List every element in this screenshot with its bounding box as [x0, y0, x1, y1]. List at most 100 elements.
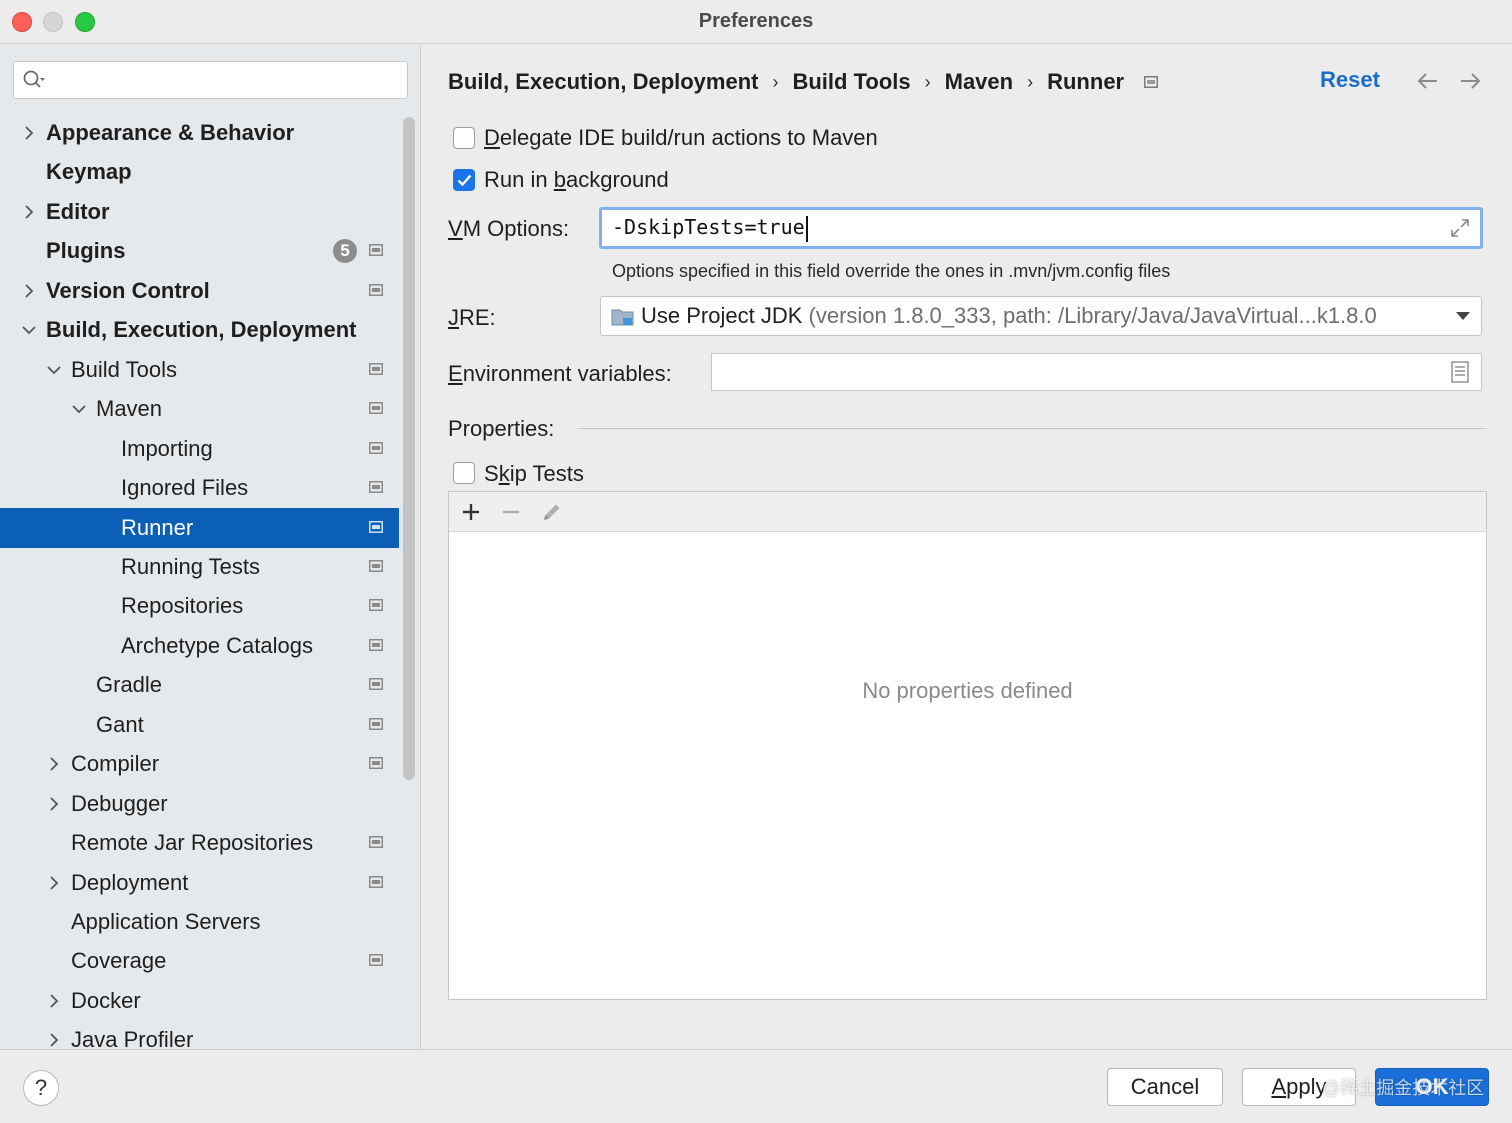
sidebar-item[interactable]: Version Control — [0, 271, 399, 311]
project-settings-icon — [369, 599, 383, 612]
jre-select[interactable]: Use Project JDK (version 1.8.0_333, path… — [600, 296, 1482, 336]
chevron-down-icon — [1456, 312, 1470, 320]
skip-tests-label: Skip Tests — [484, 461, 584, 486]
sidebar-item[interactable]: Java Profiler — [0, 1020, 399, 1049]
properties-toolbar — [449, 492, 1486, 532]
breadcrumb-item[interactable]: Maven — [945, 69, 1013, 95]
sidebar-item-label: Compiler — [71, 751, 160, 777]
sidebar-item[interactable]: Plugins 5 — [0, 231, 399, 271]
settings-content: Build, Execution, Deployment › Build Too… — [422, 45, 1512, 1049]
sidebar-item-label: Archetype Catalogs — [121, 632, 313, 658]
window-title: Preferences — [698, 10, 814, 32]
chevron-down-icon[interactable] — [47, 350, 61, 390]
sidebar-item-label: Debugger — [71, 790, 168, 816]
sidebar-item[interactable]: Runner — [0, 507, 399, 548]
arrow-left-icon[interactable] — [1416, 71, 1440, 91]
sidebar-item-label: Deployment — [71, 869, 189, 895]
vm-options-value: -DskipTests=true — [612, 215, 805, 239]
jdk-folder-icon — [611, 309, 634, 326]
sidebar-item[interactable]: Compiler — [0, 744, 399, 784]
sidebar-item-label: Importing — [121, 435, 213, 461]
sidebar-item[interactable]: Appearance & Behavior — [0, 113, 399, 153]
sidebar-item[interactable]: Running Tests — [0, 547, 399, 587]
run-in-background-checkbox[interactable] — [453, 169, 475, 191]
sidebar-item-label: Java Profiler — [71, 1027, 194, 1049]
sidebar-item-label: Plugins — [46, 238, 126, 264]
sidebar-item[interactable]: Build, Execution, Deployment — [0, 310, 399, 350]
chevron-right-icon[interactable] — [47, 1020, 61, 1049]
help-button[interactable]: ? — [23, 1070, 59, 1106]
text-caret — [805, 215, 808, 242]
breadcrumb-separator: › — [1027, 71, 1034, 92]
project-settings-icon — [369, 244, 383, 257]
sidebar-item[interactable]: Coverage — [0, 941, 399, 981]
sidebar-item[interactable]: Deployment — [0, 863, 399, 903]
delegate-checkbox[interactable] — [453, 127, 475, 149]
chevron-right-icon[interactable] — [47, 981, 61, 1021]
jre-value: Use Project JDK — [641, 303, 803, 328]
sidebar-item[interactable]: Build Tools — [0, 350, 399, 390]
sidebar-item[interactable]: Docker — [0, 981, 399, 1021]
chevron-right-icon[interactable] — [22, 113, 36, 153]
breadcrumb-item[interactable]: Build, Execution, Deployment — [448, 69, 758, 95]
watermark: @稀土掘金技术社区 — [1322, 1078, 1485, 1098]
search-input[interactable] — [13, 61, 408, 99]
chevron-right-icon[interactable] — [22, 271, 36, 311]
chevron-down-icon[interactable] — [72, 389, 86, 429]
project-settings-icon — [369, 638, 383, 651]
project-settings-icon — [369, 481, 383, 494]
vm-options-label: VM Options: — [448, 216, 570, 241]
project-settings-icon — [369, 678, 383, 691]
document-icon[interactable] — [1451, 361, 1469, 383]
env-variables-input[interactable] — [711, 353, 1482, 391]
sidebar-item[interactable]: Maven — [0, 389, 399, 429]
project-settings-icon — [369, 836, 383, 849]
sidebar-item-label: Gradle — [96, 672, 163, 698]
project-settings-icon — [369, 954, 383, 967]
sidebar-item[interactable]: Keymap — [0, 152, 399, 192]
chevron-down-icon[interactable] — [22, 310, 36, 350]
sidebar-item[interactable]: Remote Jar Repositories — [0, 823, 399, 863]
sidebar-item[interactable]: Archetype Catalogs — [0, 626, 399, 666]
sidebar-item[interactable]: Gradle — [0, 665, 399, 705]
chevron-right-icon[interactable] — [47, 863, 61, 903]
jre-detail: (version 1.8.0_333, path: /Library/Java/… — [802, 303, 1377, 328]
breadcrumb: Build, Execution, Deployment › Build Too… — [448, 67, 1159, 97]
properties-table: No properties defined — [448, 491, 1487, 1000]
sidebar-item[interactable]: Repositories — [0, 586, 399, 626]
breadcrumb-item: Runner — [1047, 69, 1125, 94]
arrow-right-icon[interactable] — [1458, 71, 1482, 91]
sidebar-item-label: Build, Execution, Deployment — [46, 317, 357, 343]
chevron-right-icon[interactable] — [47, 744, 61, 784]
title-bar: Preferences — [0, 0, 1512, 44]
expand-icon[interactable] — [1450, 218, 1470, 238]
breadcrumb-separator: › — [772, 71, 779, 92]
sidebar-item[interactable]: Ignored Files — [0, 468, 399, 508]
sidebar-item[interactable]: Application Servers — [0, 902, 399, 942]
plus-icon[interactable] — [459, 500, 483, 524]
checkmark-icon — [457, 174, 472, 187]
sidebar-item-label: Editor — [46, 198, 110, 224]
update-count-badge: 5 — [333, 239, 357, 264]
sidebar-item-label: Build Tools — [71, 356, 177, 382]
sidebar-item-label: Keymap — [46, 159, 132, 185]
sidebar-scrollbar[interactable] — [403, 117, 415, 780]
project-settings-icon — [369, 559, 383, 572]
project-settings-icon — [369, 757, 383, 770]
sidebar-item[interactable]: Importing — [0, 429, 399, 469]
skip-tests-checkbox[interactable] — [453, 462, 475, 484]
reset-link[interactable]: Reset — [1320, 67, 1380, 93]
vm-options-input[interactable]: -DskipTests=true — [599, 207, 1483, 249]
minus-icon[interactable] — [499, 500, 523, 524]
pencil-icon[interactable] — [540, 500, 564, 524]
sidebar-item[interactable]: Editor — [0, 192, 399, 232]
breadcrumb-item[interactable]: Build Tools — [792, 69, 910, 95]
sidebar-item[interactable]: Debugger — [0, 784, 399, 824]
delegate-label: Delegate IDE build/run actions to Maven — [484, 125, 878, 150]
chevron-right-icon[interactable] — [22, 192, 36, 232]
chevron-right-icon[interactable] — [47, 784, 61, 824]
cancel-button[interactable]: Cancel — [1107, 1068, 1223, 1106]
project-settings-icon — [369, 441, 383, 454]
sidebar-item-label: Docker — [71, 987, 141, 1013]
sidebar-item[interactable]: Gant — [0, 705, 399, 745]
